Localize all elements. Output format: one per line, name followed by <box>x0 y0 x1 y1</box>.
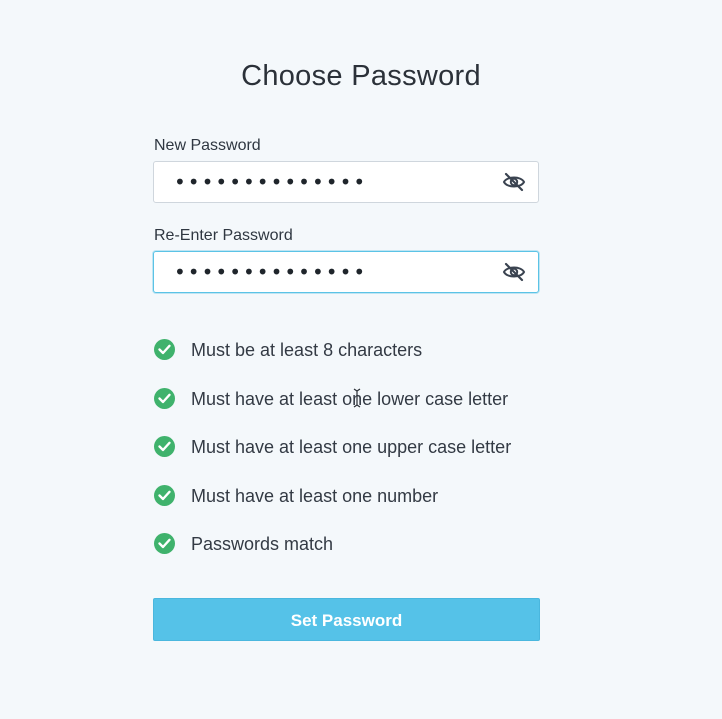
check-circle-icon <box>154 484 175 506</box>
new-password-field[interactable] <box>153 161 539 203</box>
requirement-item: Must have at least one number <box>154 476 511 525</box>
requirement-text: Must have at least one number <box>191 485 439 506</box>
requirement-text: Must be at least 8 characters <box>191 340 423 360</box>
requirement-item: Must have at least one lower case letter <box>154 379 511 428</box>
text-cursor-icon <box>352 388 362 408</box>
reenter-password-field[interactable] <box>153 251 539 293</box>
check-circle-icon <box>154 339 175 360</box>
reenter-password-input[interactable] <box>154 252 494 292</box>
eye-slash-icon[interactable] <box>502 172 526 192</box>
page-title: Choose Password <box>241 60 481 92</box>
new-password-input[interactable] <box>154 162 494 202</box>
password-requirements-list: Must be at least 8 characters Must have … <box>154 330 511 573</box>
requirement-text: Must have at least one lower case letter <box>191 388 509 409</box>
eye-slash-icon[interactable] <box>502 262 526 282</box>
new-password-label: New Password <box>154 137 261 154</box>
reenter-password-label: Re-Enter Password <box>154 227 293 244</box>
set-password-button[interactable]: Set Password <box>153 598 540 641</box>
requirement-item: Must be at least 8 characters <box>154 330 511 379</box>
requirement-item: Passwords match <box>154 524 511 573</box>
requirement-text: Passwords match <box>191 534 334 555</box>
requirement-item: Must have at least one upper case letter <box>154 427 511 476</box>
check-circle-icon <box>154 533 175 555</box>
check-circle-icon <box>154 387 175 409</box>
check-circle-icon <box>154 436 175 458</box>
requirement-text: Must have at least one upper case letter <box>191 437 512 458</box>
